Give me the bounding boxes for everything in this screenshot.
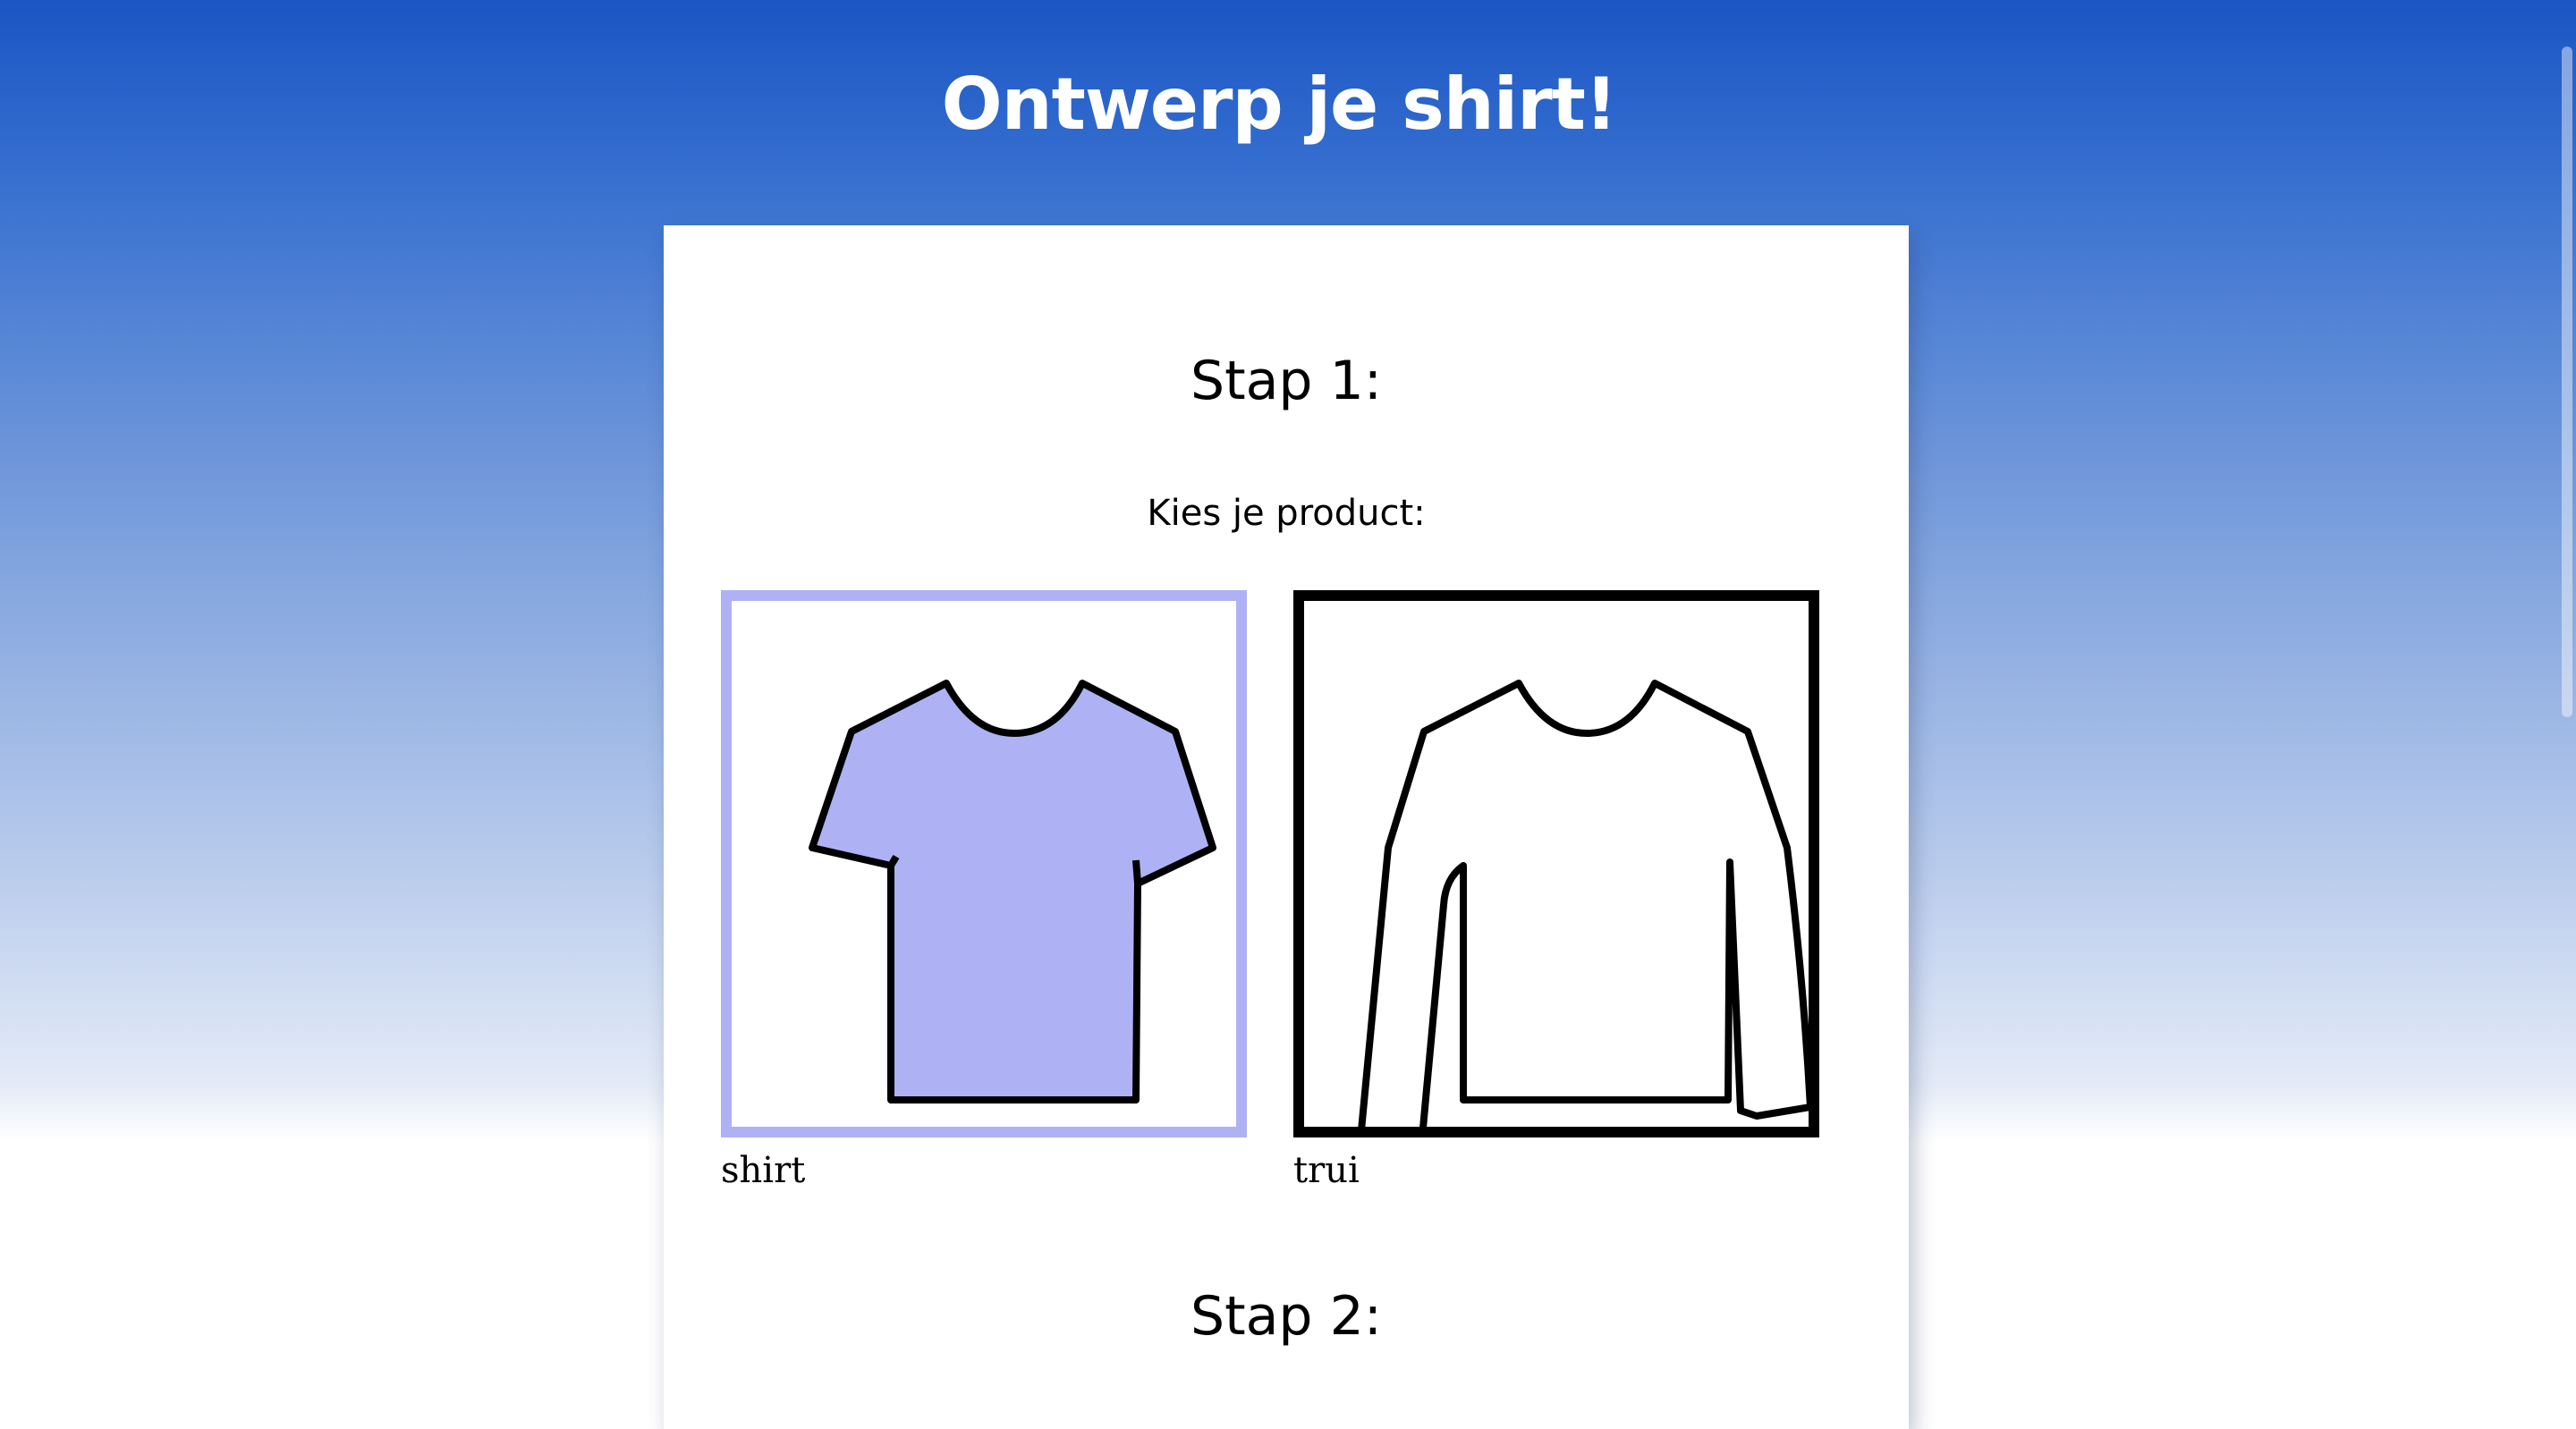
- t-shirt-shape: [809, 680, 1216, 1103]
- page-scrollbar[interactable]: [2558, 0, 2576, 1429]
- designer-panel: Stap 1: Kies je product: shirt trui Stap…: [664, 225, 1909, 1429]
- product-option-shirt[interactable]: shirt: [721, 590, 1247, 1191]
- product-frame-trui[interactable]: [1293, 590, 1819, 1137]
- page-title: Ontwerp je shirt!: [941, 63, 1618, 146]
- scrollbar-thumb[interactable]: [2562, 47, 2572, 717]
- product-frame-shirt[interactable]: [721, 590, 1247, 1137]
- sweater-icon: [1358, 680, 1809, 1127]
- step-1-heading: Stap 1:: [1191, 350, 1382, 412]
- product-label-trui: trui: [1293, 1150, 1360, 1191]
- product-instruction: Kies je product:: [1147, 493, 1426, 534]
- product-label-shirt: shirt: [721, 1150, 806, 1191]
- sweater-shape: [1358, 680, 1809, 1127]
- product-option-trui[interactable]: trui: [1293, 590, 1819, 1191]
- t-shirt-icon: [809, 680, 1216, 1103]
- step-2-heading: Stap 2:: [1191, 1285, 1382, 1348]
